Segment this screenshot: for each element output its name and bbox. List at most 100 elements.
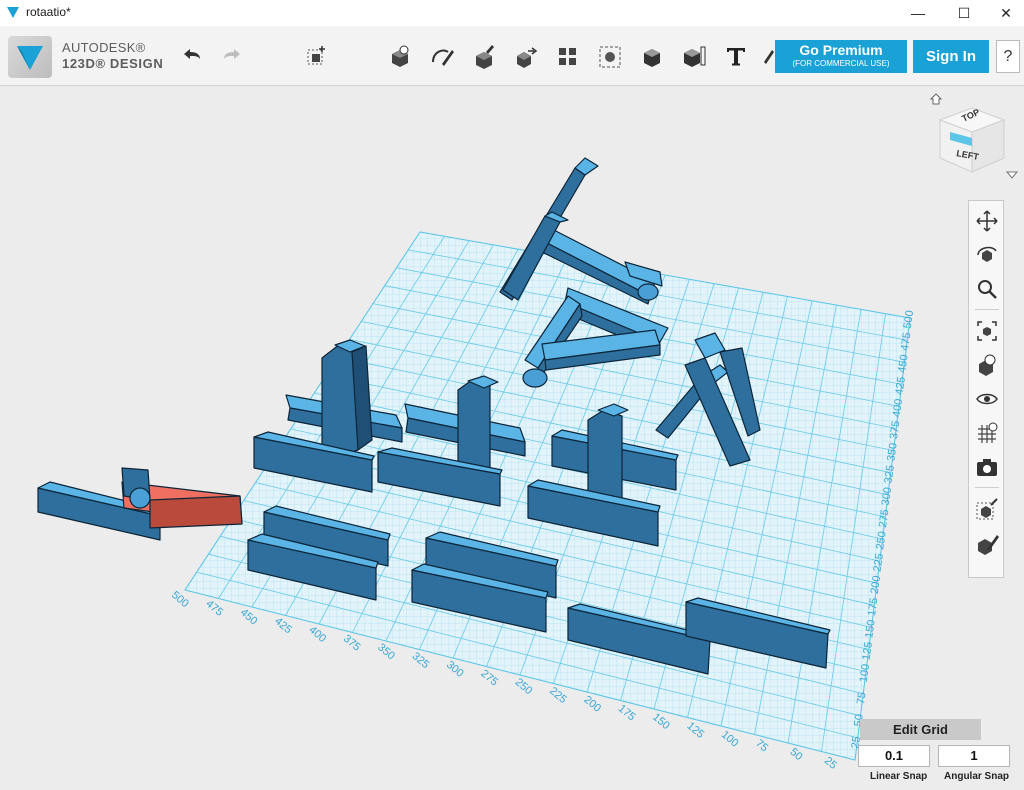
view-cube[interactable]: TOP LEFT — [932, 96, 1012, 176]
pattern-icon — [559, 48, 576, 65]
close-button[interactable]: ✕ — [986, 0, 1024, 26]
main-toolbar: AUTODESK® 123D® DESIGN Go Premium (FOR C… — [0, 26, 1024, 86]
grid-axis-tick: 100 — [719, 729, 741, 750]
undo-button[interactable] — [178, 42, 206, 70]
measure-icon — [684, 46, 706, 67]
part-body[interactable] — [587, 403, 629, 507]
grid-axis-tick: 150 — [863, 619, 877, 639]
grid-axis-tick: 400 — [891, 398, 905, 418]
help-button[interactable]: ? — [996, 40, 1020, 73]
go-premium-sublabel: (FOR COMMERCIAL USE) — [792, 59, 890, 68]
3d-viewport[interactable]: 500 475 450 425 400 375 350 325 300 275 250 225 200 1… — [0, 87, 1024, 790]
grid-axis-tick: 75 — [753, 737, 770, 754]
modify-button[interactable] — [512, 42, 540, 70]
grid-axis-tick: 175 — [866, 597, 880, 617]
angular-snap-input[interactable]: 1 — [938, 745, 1010, 767]
app-menu-icon — [17, 46, 43, 70]
fit-icon — [977, 321, 997, 341]
app-logo-icon — [7, 7, 19, 18]
group-button[interactable] — [596, 42, 624, 70]
pan-icon — [976, 210, 998, 232]
navigation-panel — [968, 200, 1004, 578]
linear-snap-input[interactable]: 0.1 — [858, 745, 930, 767]
grid-axis-tick: 300 — [880, 486, 894, 506]
modify-icon — [517, 47, 538, 68]
view-cube-menu-icon[interactable] — [1006, 170, 1018, 180]
grid-axis-tick: 375 — [341, 633, 363, 654]
grid-axis-tick: 75 — [855, 691, 869, 705]
grid-axis-tick: 25 — [822, 755, 839, 772]
grid-axis-tick: 300 — [444, 659, 466, 680]
zoom-button[interactable] — [973, 275, 1001, 303]
grid-axis-tick: 200 — [869, 575, 883, 595]
undo-icon — [184, 49, 200, 59]
visibility-button[interactable] — [973, 385, 1001, 413]
screenshot-button[interactable] — [973, 453, 1001, 481]
primitives-icon — [392, 45, 409, 67]
brand-line2: 123D® DESIGN — [62, 56, 164, 71]
outline-icon — [978, 535, 999, 555]
minimize-button[interactable]: — — [898, 0, 938, 26]
grid-axis-tick: 125 — [860, 641, 874, 661]
sign-in-button[interactable]: Sign In — [913, 40, 989, 73]
sketch-button[interactable] — [428, 42, 456, 70]
grid-axis-tick: 275 — [478, 668, 500, 689]
orbit-icon — [977, 246, 997, 262]
group-icon — [599, 46, 621, 68]
grid-axis-tick: 125 — [684, 720, 706, 741]
pan-button[interactable] — [973, 207, 1001, 235]
construct-button[interactable] — [470, 42, 498, 70]
grid-axis-tick: 375 — [888, 420, 902, 440]
grid-axis-tick: 200 — [581, 694, 603, 715]
transform-icon — [307, 46, 325, 65]
grid-axis-tick: 150 — [650, 711, 672, 732]
grid-axis-tick: 225 — [547, 685, 569, 706]
grid-axis-tick: 50 — [788, 746, 805, 763]
grid-axis-tick: 225 — [871, 553, 885, 573]
primitives-button[interactable] — [386, 42, 414, 70]
grid-axis-tick: 425 — [893, 376, 907, 396]
redo-icon — [224, 49, 240, 59]
angular-snap-label: Angular Snap — [944, 771, 1010, 782]
part-body[interactable] — [321, 339, 373, 457]
orbit-button[interactable] — [973, 241, 1001, 269]
transform-button[interactable] — [302, 42, 330, 70]
pattern-button[interactable] — [554, 42, 582, 70]
material-icon — [976, 498, 998, 520]
grid-axis-tick: 500 — [169, 589, 191, 610]
grid-axis-tick: 425 — [272, 615, 294, 636]
visibility-icon — [976, 393, 998, 405]
snap-icon — [764, 50, 774, 64]
grid-toggle-icon — [978, 422, 998, 443]
grid-axis-tick: 250 — [513, 676, 535, 697]
material-button[interactable] — [973, 495, 1001, 523]
construct-icon — [476, 45, 494, 69]
maximize-button[interactable]: ☐ — [944, 0, 984, 26]
scene-canvas[interactable]: 500 475 450 425 400 375 350 325 300 275 250 225 200 1… — [0, 87, 1024, 790]
camera-icon — [977, 459, 997, 476]
edit-grid-button[interactable]: Edit Grid — [860, 719, 981, 740]
go-premium-button[interactable]: Go Premium (FOR COMMERCIAL USE) — [775, 40, 907, 73]
grid-axis-tick: 350 — [375, 641, 397, 662]
grid-axis-tick: 500 — [902, 310, 916, 330]
fit-view-button[interactable] — [973, 317, 1001, 345]
redo-button[interactable] — [218, 42, 246, 70]
grid-toggle-button[interactable] — [973, 419, 1001, 447]
grid-axis-tick: 450 — [896, 354, 910, 374]
sketch-icon — [432, 49, 454, 66]
measure-button[interactable] — [680, 42, 708, 70]
app-menu-button[interactable] — [8, 36, 52, 78]
perspective-button[interactable] — [973, 351, 1001, 379]
grid-axis-tick: 275 — [877, 509, 891, 529]
grid-axis-tick: 450 — [238, 607, 260, 628]
grid-axis-tick: 475 — [203, 598, 225, 619]
grid-axis-tick: 325 — [882, 464, 896, 484]
text-button[interactable] — [722, 42, 750, 70]
snap-button[interactable] — [762, 42, 774, 70]
outline-button[interactable] — [973, 529, 1001, 557]
combine-button[interactable] — [638, 42, 666, 70]
combine-icon — [644, 49, 660, 67]
grid-axis-tick: 400 — [307, 624, 329, 645]
title-bar: rotaatio* — ☐ ✕ — [0, 0, 1024, 26]
go-premium-label: Go Premium — [799, 42, 883, 58]
